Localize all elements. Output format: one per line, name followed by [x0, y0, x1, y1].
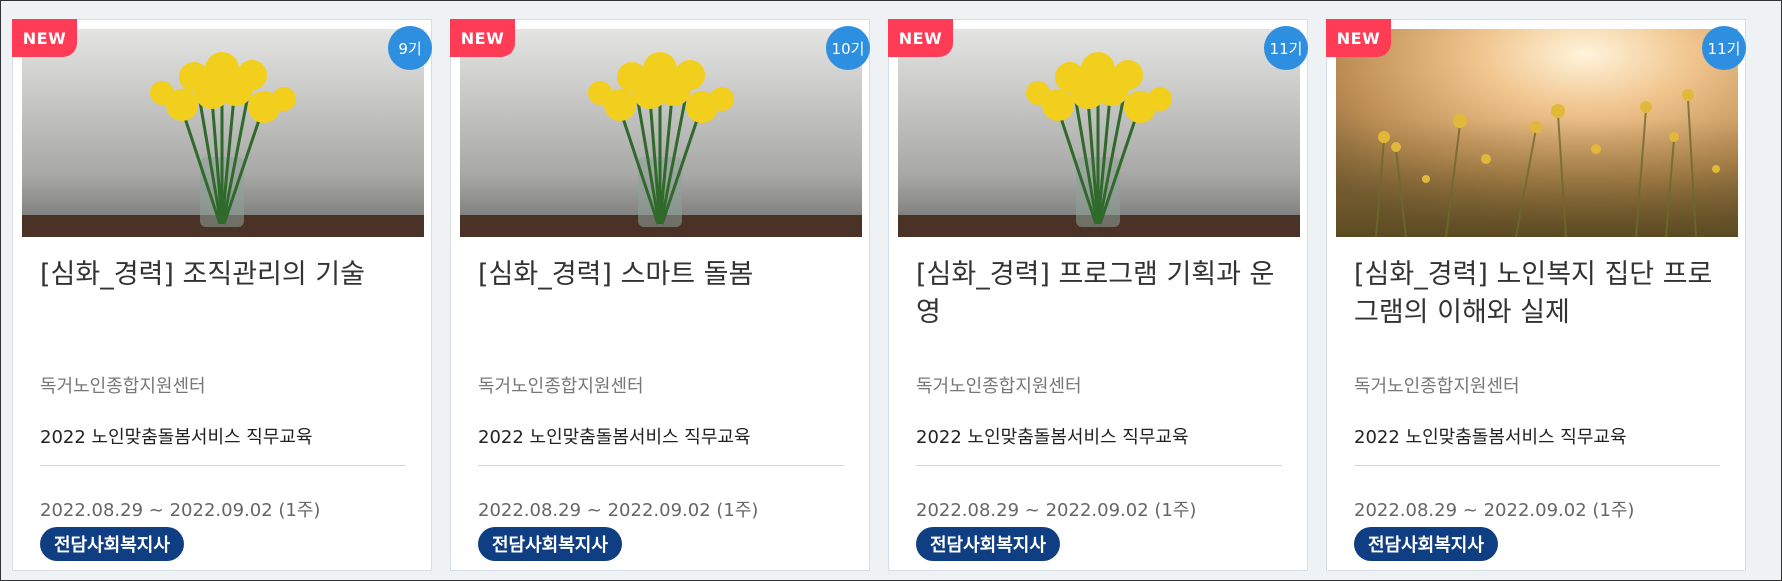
divider: [1354, 465, 1720, 466]
course-thumbnail[interactable]: [22, 29, 424, 237]
target-tag: 전담사회복지사: [1354, 527, 1498, 561]
daffodil-vase-image: [22, 29, 424, 237]
course-card[interactable]: NEW 11기 [심화_경력] 노인복지 집단 프로그램의 이해와 실제 독거노…: [1326, 19, 1746, 571]
divider: [916, 465, 1282, 466]
new-badge: NEW: [888, 19, 953, 57]
course-thumbnail[interactable]: [898, 29, 1300, 237]
generation-badge: 11기: [1702, 26, 1746, 70]
course-title[interactable]: [심화_경력] 조직관리의 기술: [40, 256, 410, 294]
target-tag: 전담사회복지사: [916, 527, 1060, 561]
divider: [40, 465, 406, 466]
new-badge: NEW: [12, 19, 77, 57]
course-program: 2022 노인맞춤돌봄서비스 직무교육: [916, 427, 1189, 448]
course-period: 2022.08.29 ~ 2022.09.02 (1주): [478, 500, 759, 521]
daffodil-vase-image: [898, 29, 1300, 237]
course-period: 2022.08.29 ~ 2022.09.02 (1주): [916, 500, 1197, 521]
course-thumbnail[interactable]: [460, 29, 862, 237]
course-org: 독거노인종합지원센터: [1354, 376, 1520, 397]
generation-badge: 9기: [388, 26, 432, 70]
new-badge: NEW: [1326, 19, 1391, 57]
target-tag: 전담사회복지사: [478, 527, 622, 561]
course-org: 독거노인종합지원센터: [40, 376, 206, 397]
new-badge: NEW: [450, 19, 515, 57]
course-title[interactable]: [심화_경력] 노인복지 집단 프로그램의 이해와 실제: [1354, 256, 1724, 332]
course-program: 2022 노인맞춤돌봄서비스 직무교육: [1354, 427, 1627, 448]
generation-badge: 11기: [1264, 26, 1308, 70]
course-thumbnail[interactable]: [1336, 29, 1738, 237]
daffodil-vase-image: [460, 29, 862, 237]
course-program: 2022 노인맞춤돌봄서비스 직무교육: [478, 427, 751, 448]
sunset-wildflowers-image: [1336, 29, 1738, 237]
course-org: 독거노인종합지원센터: [916, 376, 1082, 397]
course-card[interactable]: NEW 10기 [심화_경력] 스마트 돌봄 독거노인종합지원센터 2022 노…: [450, 19, 870, 571]
course-program: 2022 노인맞춤돌봄서비스 직무교육: [40, 427, 313, 448]
course-org: 독거노인종합지원센터: [478, 376, 644, 397]
divider: [478, 465, 844, 466]
course-title[interactable]: [심화_경력] 프로그램 기획과 운영: [916, 256, 1286, 332]
course-title[interactable]: [심화_경력] 스마트 돌봄: [478, 256, 848, 294]
generation-badge: 10기: [826, 26, 870, 70]
target-tag: 전담사회복지사: [40, 527, 184, 561]
course-card[interactable]: NEW 11기 [심화_경력] 프로그램 기획과 운영 독거노인종합지원센터 2…: [888, 19, 1308, 571]
course-period: 2022.08.29 ~ 2022.09.02 (1주): [1354, 500, 1635, 521]
course-card[interactable]: NEW 9기 [심화_경력] 조직관리의 기술 독거노인종합지원센터 2022 …: [12, 19, 432, 571]
course-period: 2022.08.29 ~ 2022.09.02 (1주): [40, 500, 321, 521]
